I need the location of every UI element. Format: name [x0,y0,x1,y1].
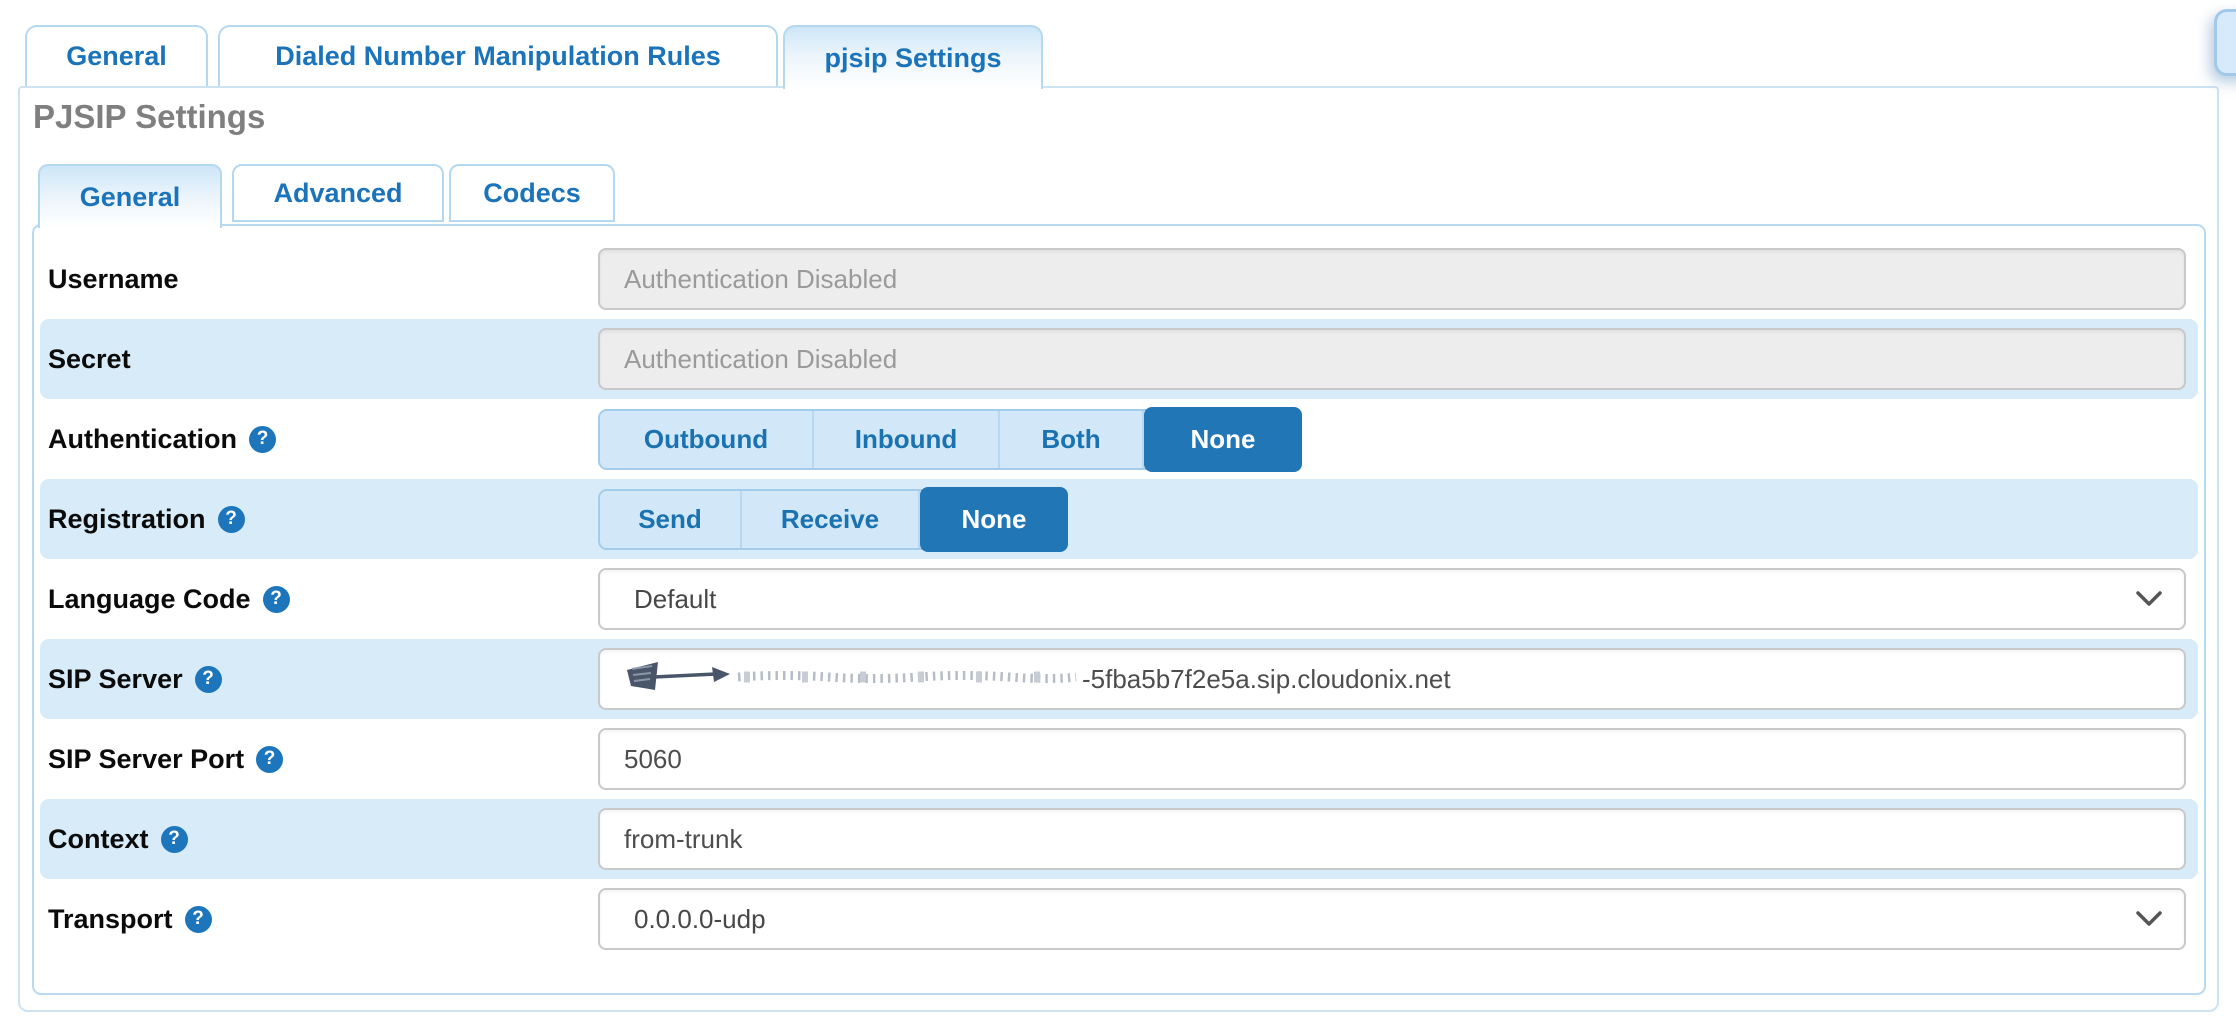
sip-server-value-text: -5fba5b7f2e5a.sip.cloudonix.net [1082,664,1451,695]
redaction-scribble [624,657,1080,701]
context-input[interactable] [598,808,2186,870]
tab-dialed-number-manipulation-rules[interactable]: Dialed Number Manipulation Rules [218,25,778,86]
row-context: Context ? [40,799,2198,879]
registration-label-text: Registration [48,504,206,535]
username-label: Username [48,239,179,319]
row-transport: Transport ? 0.0.0.0-udp [40,879,2198,959]
transport-label: Transport ? [48,879,212,959]
sip-server-port-input[interactable] [598,728,2186,790]
help-icon[interactable]: ? [263,586,290,613]
help-icon[interactable]: ? [249,426,276,453]
row-sip-server-port: SIP Server Port ? [40,719,2198,799]
language-code-selected-value: Default [634,584,716,615]
row-sip-server: SIP Server ? -5fba5b7f2e5a.sip.cloudonix… [40,639,2198,719]
username-input[interactable] [598,248,2186,310]
language-code-label: Language Code ? [48,559,290,639]
help-icon[interactable]: ? [185,906,212,933]
authentication-outbound-button[interactable]: Outbound [600,411,814,468]
username-label-text: Username [48,264,179,295]
context-label-text: Context [48,824,149,855]
authentication-label: Authentication ? [48,399,276,479]
authentication-label-text: Authentication [48,424,237,455]
transport-select[interactable]: 0.0.0.0-udp [598,888,2186,950]
secret-label-text: Secret [48,344,131,375]
trunk-tab-bar: General Dialed Number Manipulation Rules… [25,25,1043,89]
pjsip-settings-section: PJSIP Settings General Advanced Codecs U… [18,86,2219,1012]
language-code-select[interactable]: Default [598,568,2186,630]
subtab-advanced[interactable]: Advanced [232,164,444,222]
tab-general[interactable]: General [25,25,208,86]
pjsip-general-form: Username Secret Authentication ? Outb [32,224,2206,995]
subtab-codecs[interactable]: Codecs [449,164,615,222]
sip-server-port-label: SIP Server Port ? [48,719,283,799]
section-title: PJSIP Settings [33,98,2217,136]
help-icon[interactable]: ? [161,826,188,853]
context-label: Context ? [48,799,188,879]
tab-pjsip-settings[interactable]: pjsip Settings [783,25,1043,89]
registration-none-button[interactable]: None [920,487,1068,552]
sip-server-input[interactable]: -5fba5b7f2e5a.sip.cloudonix.net [598,648,2186,710]
row-secret: Secret [40,319,2198,399]
floating-action-button[interactable] [2214,9,2236,76]
help-icon[interactable]: ? [195,666,222,693]
authentication-button-group: Outbound Inbound Both None [598,409,1300,470]
registration-send-button[interactable]: Send [600,491,742,548]
registration-receive-button[interactable]: Receive [742,491,920,548]
chevron-down-icon [2136,911,2162,927]
secret-input[interactable] [598,328,2186,390]
authentication-both-button[interactable]: Both [1000,411,1144,468]
chevron-down-icon [2136,591,2162,607]
authentication-none-button[interactable]: None [1144,407,1302,472]
help-icon[interactable]: ? [256,746,283,773]
transport-selected-value: 0.0.0.0-udp [634,904,766,935]
authentication-inbound-button[interactable]: Inbound [814,411,1000,468]
row-language-code: Language Code ? Default [40,559,2198,639]
transport-label-text: Transport [48,904,173,935]
language-code-label-text: Language Code [48,584,251,615]
registration-label: Registration ? [48,479,245,559]
sip-server-label-text: SIP Server [48,664,183,695]
subtab-general[interactable]: General [38,164,222,228]
row-registration: Registration ? Send Receive None [40,479,2198,559]
row-username: Username [40,239,2198,319]
sip-server-port-label-text: SIP Server Port [48,744,244,775]
row-authentication: Authentication ? Outbound Inbound Both N… [40,399,2198,479]
registration-button-group: Send Receive None [598,489,1066,550]
sip-server-label: SIP Server ? [48,639,222,719]
help-icon[interactable]: ? [218,506,245,533]
pjsip-sub-tab-bar: General Advanced Codecs [38,164,615,228]
secret-label: Secret [48,319,131,399]
